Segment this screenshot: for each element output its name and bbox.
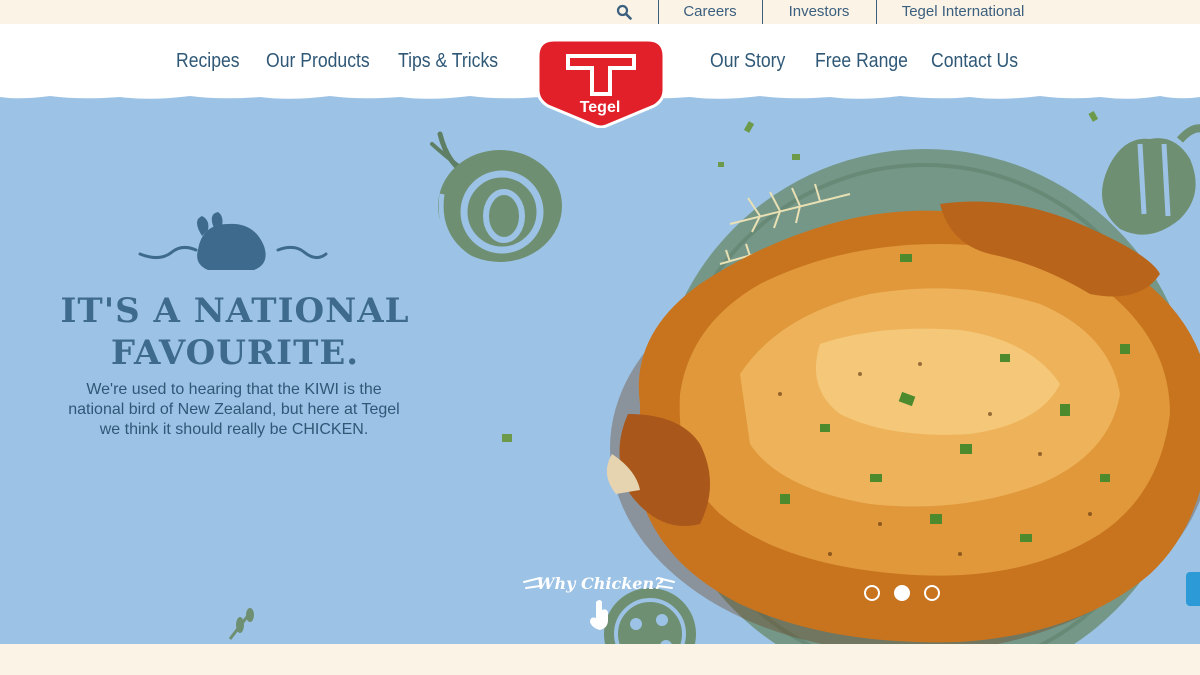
search-icon — [616, 4, 632, 20]
search-button[interactable] — [606, 0, 642, 24]
carousel-dot-2[interactable] — [894, 585, 910, 601]
nav-contact-us[interactable]: Contact Us — [931, 48, 1018, 74]
carousel-dot-3[interactable] — [924, 585, 940, 601]
utility-divider — [658, 0, 659, 24]
nav-our-story[interactable]: Our Story — [710, 48, 785, 74]
hero-body-text: We're used to hearing that the KIWI is t… — [68, 381, 400, 438]
investors-link[interactable]: Investors — [764, 0, 874, 24]
onion-icon — [430, 131, 562, 262]
pointer-hand-icon — [590, 600, 608, 630]
utility-divider — [762, 0, 763, 24]
pepper-icon — [1102, 124, 1200, 235]
swirl-right-icon — [276, 245, 328, 259]
why-chicken-button[interactable]: Why Chicken? — [520, 572, 680, 596]
logo-wordmark: Tegel — [580, 99, 621, 116]
tegel-logo-mark: Tegel — [536, 38, 666, 129]
utility-divider — [876, 0, 877, 24]
swirl-left-icon — [138, 245, 198, 259]
tegel-international-link[interactable]: Tegel International — [880, 0, 1046, 24]
tomato-slice-icon — [604, 588, 696, 644]
nav-free-range[interactable]: Free Range — [815, 48, 908, 74]
herb-icon — [228, 608, 254, 640]
carousel-dot-1[interactable] — [864, 585, 880, 601]
side-tab-button[interactable] — [1186, 572, 1200, 606]
nav-our-products[interactable]: Our Products — [266, 48, 370, 74]
below-fold-area — [0, 644, 1200, 675]
careers-link[interactable]: Careers — [660, 0, 760, 24]
roast-chicken-image — [606, 201, 1200, 644]
chicken-icon — [197, 212, 266, 270]
headline-line-1: IT'S A NATIONAL — [60, 291, 410, 331]
hero-headline: IT'S A NATIONAL FAVOURITE. — [40, 290, 430, 374]
tegel-logo[interactable]: Tegel — [536, 36, 666, 129]
utility-bar: Careers Investors Tegel International — [0, 0, 1200, 24]
nav-tips-tricks[interactable]: Tips & Tricks — [398, 48, 498, 74]
hero-banner: IT'S A NATIONAL FAVOURITE. We're used to… — [0, 94, 1200, 644]
nav-recipes[interactable]: Recipes — [176, 48, 240, 74]
headline-line-2: FAVOURITE. — [110, 333, 360, 373]
